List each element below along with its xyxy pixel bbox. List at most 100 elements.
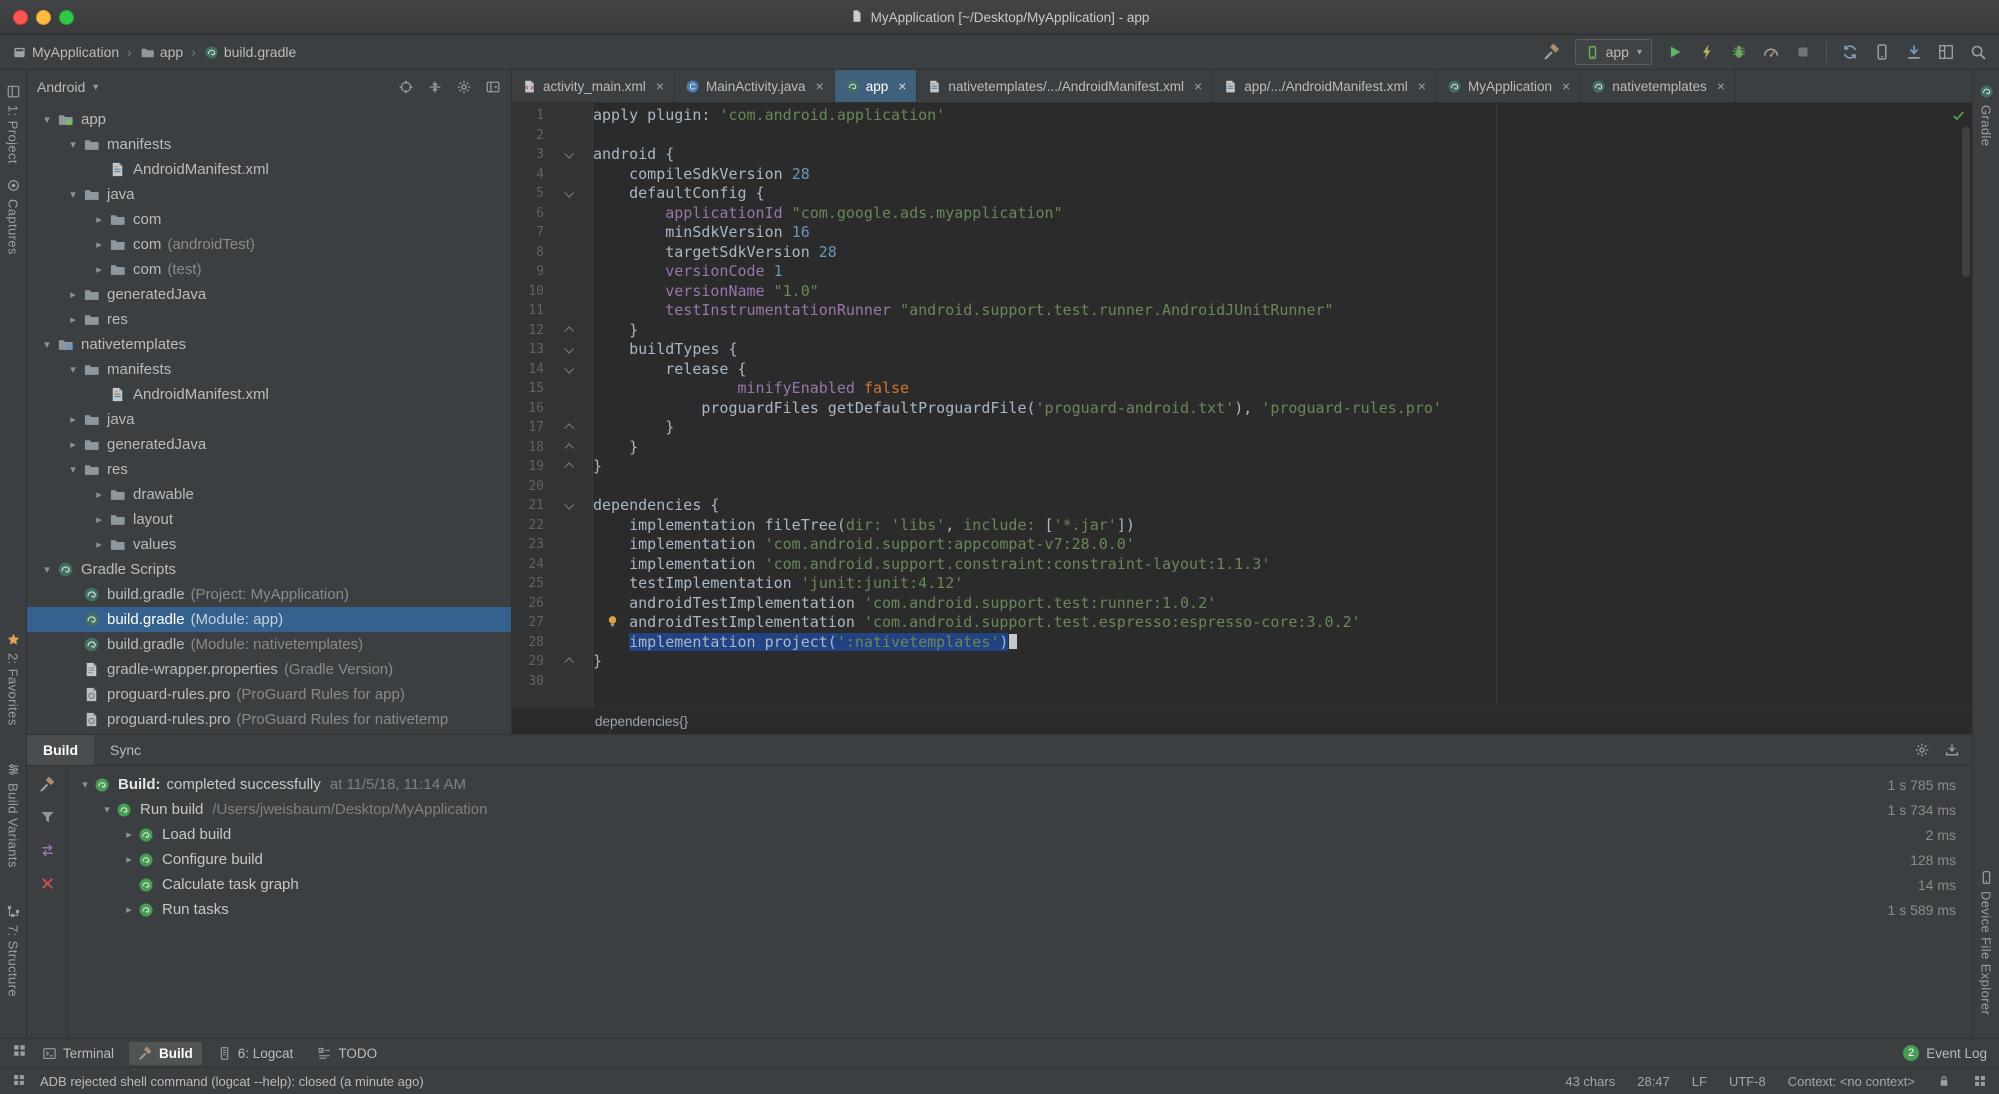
build-row-completed-successfully[interactable]: ▾ Build: completed successfully at 11/5/18,… — [68, 772, 1972, 797]
close-tab-icon[interactable]: × — [1194, 78, 1202, 94]
chevron-down-icon[interactable]: ▾ — [63, 463, 83, 476]
tree-item-build-gradle-module-app[interactable]: build.gradle (Module: app) — [27, 607, 511, 632]
tree-item-generatedjava[interactable]: ▸ generatedJava — [27, 432, 511, 457]
gutter[interactable]: 12 — [512, 321, 593, 341]
close-tab-icon[interactable]: × — [656, 78, 664, 94]
editor-tab-activity-main-xml[interactable]: activity_main.xml × — [512, 70, 675, 102]
build-row-configure-build[interactable]: ▸ Configure build 128 ms — [68, 847, 1972, 872]
tree-item-layout[interactable]: ▸ layout — [27, 507, 511, 532]
gutter[interactable]: 5 — [512, 184, 593, 204]
fold-marker-icon[interactable] — [564, 188, 575, 198]
chevron-right-icon[interactable]: ▸ — [89, 488, 109, 501]
chevron-right-icon[interactable]: ▸ — [63, 288, 83, 301]
tree-item-java[interactable]: ▾ java — [27, 182, 511, 207]
build-toolbar-swap-icon[interactable] — [39, 842, 56, 859]
close-window-button[interactable] — [13, 9, 28, 25]
gutter[interactable]: 22 — [512, 516, 593, 536]
tree-item-drawable[interactable]: ▸ drawable — [27, 482, 511, 507]
chevron-right-icon[interactable]: ▸ — [89, 538, 109, 551]
tool-stripe-2-favorites[interactable]: 2: Favorites — [6, 632, 21, 726]
tool-stripe-7-structure[interactable]: 7: Structure — [6, 904, 21, 997]
tool-window-button-6-logcat[interactable]: 6: Logcat — [208, 1042, 303, 1065]
tree-item-app[interactable]: ▾ app — [27, 107, 511, 132]
chevron-down-icon[interactable]: ▾ — [63, 188, 83, 201]
sdk-manager-icon[interactable] — [1905, 43, 1923, 61]
gutter[interactable]: 17 — [512, 418, 593, 438]
tree-item-manifests[interactable]: ▾ manifests — [27, 357, 511, 382]
gutter[interactable]: 14 — [512, 360, 593, 380]
project-panel-crosshair-icon[interactable] — [398, 79, 414, 95]
project-panel-gear-icon[interactable] — [456, 79, 472, 95]
editor-breadcrumbs[interactable]: dependencies{} — [512, 707, 1972, 734]
project-panel-collapse-icon[interactable] — [427, 79, 443, 95]
tree-item-manifests[interactable]: ▾ manifests — [27, 132, 511, 157]
gutter[interactable]: 13 — [512, 340, 593, 360]
tool-window-button-terminal[interactable]: Terminal — [33, 1042, 123, 1065]
run-configuration-dropdown[interactable]: app ▾ — [1574, 39, 1652, 65]
layout-inspector-icon[interactable] — [1937, 43, 1955, 61]
breadcrumb-app[interactable]: app — [140, 44, 183, 60]
avd-manager-icon[interactable] — [1873, 43, 1891, 61]
tree-item-com[interactable]: ▸ com — [27, 207, 511, 232]
editor-tab-mainactivity-java[interactable]: C MainActivity.java × — [675, 70, 835, 102]
chevron-right-icon[interactable]: ▸ — [63, 313, 83, 326]
chevron-right-icon[interactable]: ▸ — [120, 828, 138, 841]
chevron-right-icon[interactable]: ▸ — [89, 263, 109, 276]
chevron-down-icon[interactable]: ▾ — [37, 563, 57, 576]
build-header-gear-icon[interactable] — [1914, 742, 1930, 758]
gutter[interactable]: 20 — [512, 477, 593, 497]
gutter[interactable]: 9 — [512, 262, 593, 282]
chevron-down-icon[interactable]: ▾ — [76, 778, 94, 791]
intention-bulb-icon[interactable] — [605, 614, 620, 635]
fold-marker-icon[interactable] — [564, 149, 575, 159]
breadcrumb-build-gradle[interactable]: build.gradle — [204, 44, 296, 60]
editor-tab-myapplication[interactable]: MyApplication × — [1437, 70, 1582, 102]
tree-item-com-androidtest[interactable]: ▸ com (androidTest) — [27, 232, 511, 257]
status-grid-icon[interactable] — [1973, 1074, 1987, 1088]
chevron-down-icon[interactable]: ▾ — [63, 363, 83, 376]
editor-tab-nativetemplates-androidmanifest-xml[interactable]: nativetemplates/.../AndroidManifest.xml × — [917, 70, 1214, 102]
gutter[interactable]: 10 — [512, 282, 593, 302]
inspections-ok-icon[interactable] — [1951, 108, 1966, 123]
tree-item-res[interactable]: ▸ res — [27, 307, 511, 332]
build-row-load-build[interactable]: ▸ Load build 2 ms — [68, 822, 1972, 847]
editor-tab-nativetemplates[interactable]: nativetemplates × — [1581, 70, 1736, 102]
zoom-window-button[interactable] — [59, 9, 74, 25]
gutter[interactable]: 30 — [512, 672, 593, 692]
tool-window-button-todo[interactable]: TODO — [308, 1042, 386, 1065]
build-panel-tab-sync[interactable]: Sync — [94, 735, 157, 765]
tree-item-gradle-scripts[interactable]: ▾ Gradle Scripts — [27, 557, 511, 582]
gutter[interactable]: 21 — [512, 496, 593, 516]
tree-item-build-gradle-module-nativetemplates[interactable]: build.gradle (Module: nativetemplates) — [27, 632, 511, 657]
chevron-right-icon[interactable]: ▸ — [89, 238, 109, 251]
status-corner-switcher-icon[interactable] — [12, 1073, 26, 1087]
project-panel-hide-icon[interactable] — [485, 79, 501, 95]
fold-marker-icon[interactable] — [564, 326, 575, 336]
close-tab-icon[interactable]: × — [1562, 78, 1570, 94]
build-row-run-tasks[interactable]: ▸ Run tasks 1 s 589 ms — [68, 897, 1972, 922]
tree-item-generatedjava[interactable]: ▸ generatedJava — [27, 282, 511, 307]
code-editor[interactable]: 1 apply plugin: 'com.android.application'… — [512, 103, 1972, 707]
fold-marker-icon[interactable] — [564, 657, 575, 668]
gutter[interactable]: 23 — [512, 535, 593, 555]
tree-item-androidmanifest-xml[interactable]: AndroidManifest.xml — [27, 157, 511, 182]
close-tab-icon[interactable]: × — [898, 78, 906, 94]
breadcrumb-dependencies[interactable]: dependencies{} — [595, 714, 688, 729]
editor-tab-app-androidmanifest-xml[interactable]: app/.../AndroidManifest.xml × — [1213, 70, 1437, 102]
chevron-right-icon[interactable]: ▸ — [120, 853, 138, 866]
tree-item-com-test[interactable]: ▸ com (test) — [27, 257, 511, 282]
gutter[interactable]: 3 — [512, 145, 593, 165]
build-toolbar-hammer-icon[interactable] — [39, 776, 56, 793]
tree-item-proguard-rules-pro-proguard-rules-for-app[interactable]: proguard-rules.pro (ProGuard Rules for ap… — [27, 682, 511, 707]
tree-item-values[interactable]: ▸ values — [27, 532, 511, 557]
build-hammer-icon[interactable] — [1543, 43, 1561, 61]
fold-marker-icon[interactable] — [564, 462, 575, 473]
breadcrumb-myapplication[interactable]: MyApplication — [12, 44, 119, 60]
chevron-right-icon[interactable]: ▸ — [89, 513, 109, 526]
gutter[interactable]: 28 — [512, 633, 593, 653]
gutter[interactable]: 25 — [512, 574, 593, 594]
event-log-button[interactable]: 2 Event Log — [1903, 1045, 1987, 1061]
build-header-import-icon[interactable] — [1944, 742, 1960, 758]
fold-marker-icon[interactable] — [564, 344, 575, 354]
gutter[interactable]: 26 — [512, 594, 593, 614]
